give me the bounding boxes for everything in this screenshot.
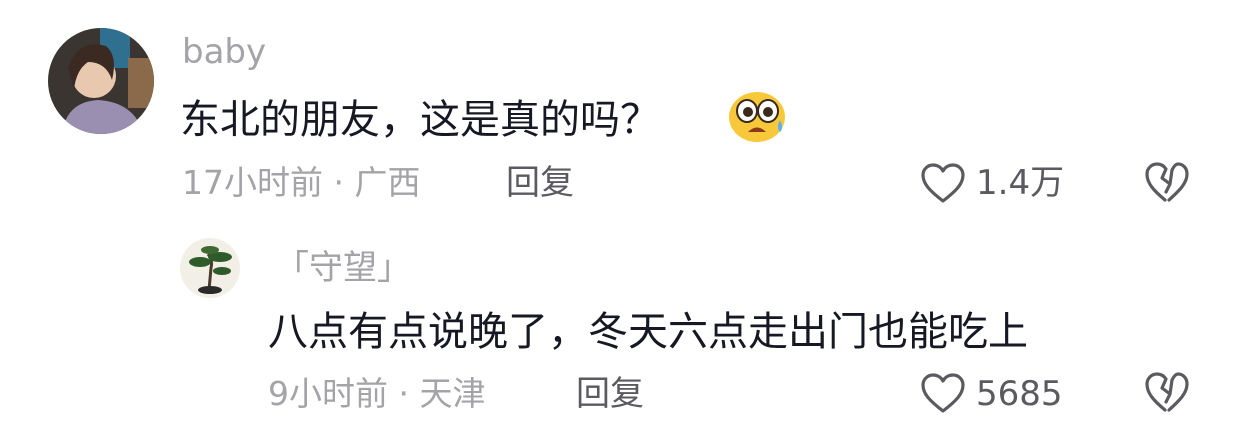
comment-username[interactable]: 「守望」 — [275, 248, 411, 288]
comment-location: 广西 — [354, 163, 421, 202]
meta-separator: · — [333, 163, 345, 202]
scared-face-emoji — [728, 90, 788, 144]
meta-separator: · — [398, 374, 410, 413]
avatar[interactable] — [48, 28, 154, 134]
reply-button[interactable]: 回复 — [576, 374, 644, 414]
comment-username[interactable]: baby — [182, 32, 266, 72]
like-count: 1.4万 — [976, 163, 1065, 203]
comment-meta: 9小时前 · 天津 — [268, 374, 486, 414]
comment-time: 9小时前 — [268, 374, 388, 413]
comment-text: 东北的朋友，这是真的吗？ — [180, 97, 660, 143]
broken-heart-outline-icon[interactable] — [1144, 160, 1190, 204]
reply-button[interactable]: 回复 — [506, 163, 574, 203]
comment-text: 八点有点说晚了，冬天六点走出门也能吃上 — [268, 309, 1028, 355]
like-count: 5685 — [976, 374, 1063, 414]
heart-outline-icon[interactable] — [920, 372, 966, 414]
heart-outline-icon[interactable] — [920, 162, 966, 204]
comment-location: 天津 — [419, 374, 486, 413]
comment-time: 17小时前 — [182, 163, 323, 202]
comment-meta: 17小时前 · 广西 — [182, 163, 421, 203]
avatar[interactable] — [180, 238, 240, 298]
broken-heart-outline-icon[interactable] — [1144, 370, 1190, 414]
